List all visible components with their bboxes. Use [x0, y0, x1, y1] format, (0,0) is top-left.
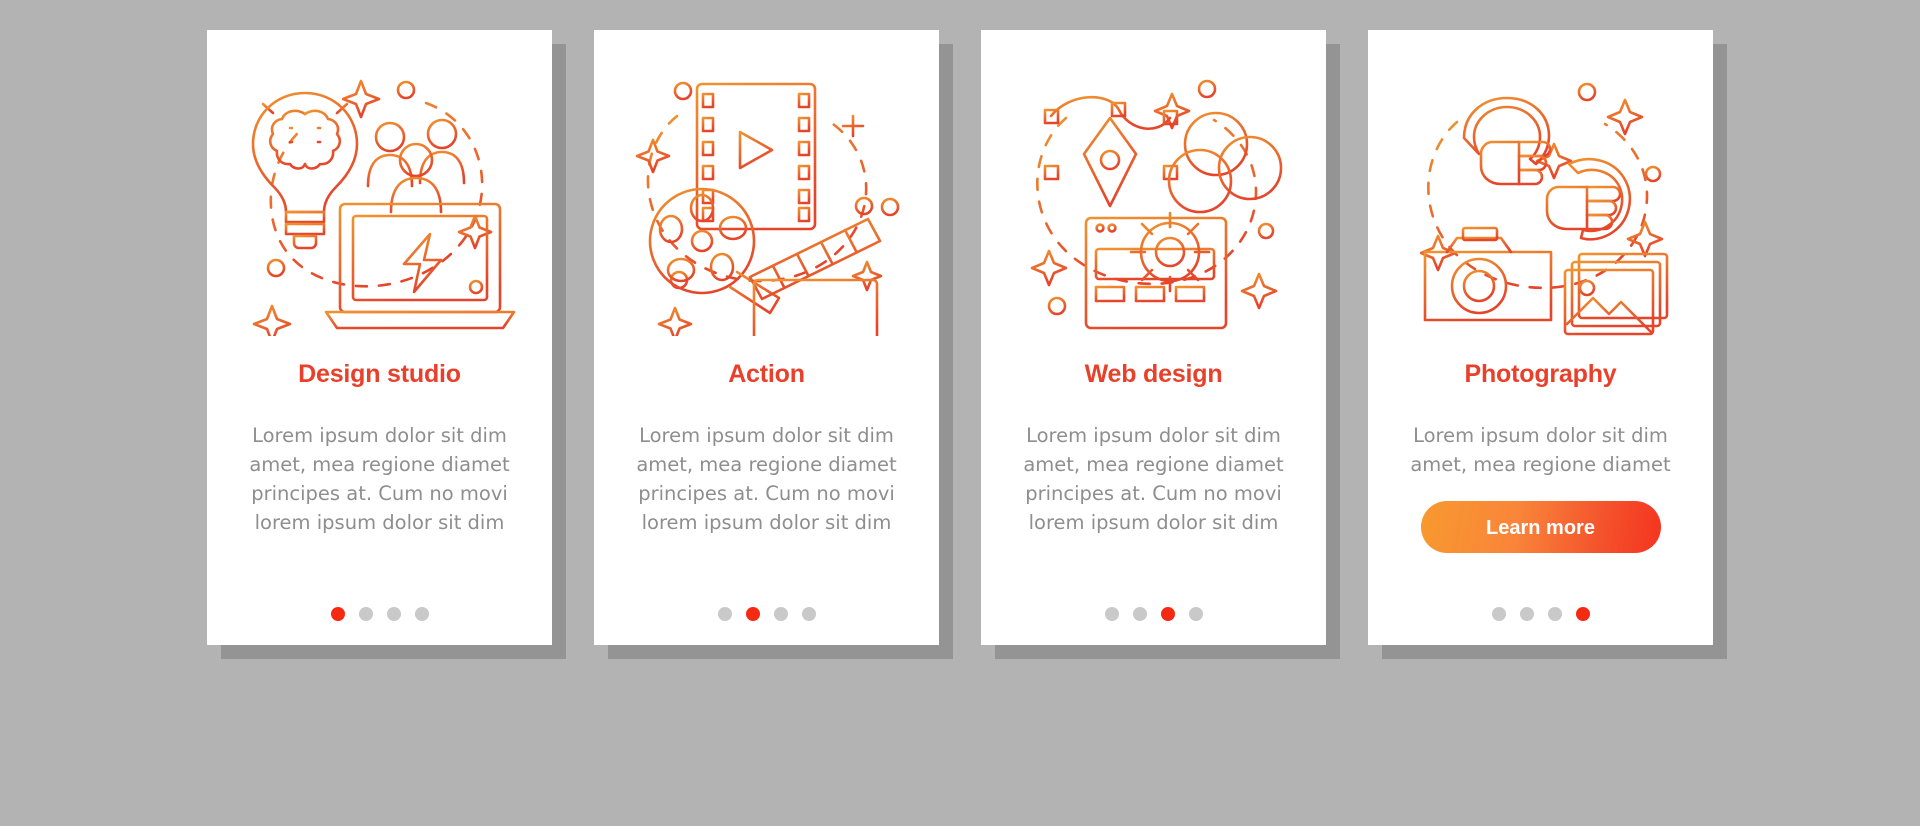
pagination-dot-1[interactable]	[717, 607, 732, 621]
pagination-dot-2[interactable]	[1132, 607, 1147, 621]
onboarding-card-photography: Photography Lorem ipsum dolor sit dim am…	[1368, 30, 1713, 645]
pagination-dot-3[interactable]	[386, 607, 401, 621]
camera-photos-pointing-hands-icon	[1419, 82, 1668, 336]
card-body-text: Lorem ipsum dolor sit dim amet, mea regi…	[1410, 424, 1671, 476]
pagination-dot-2[interactable]	[358, 607, 373, 621]
pagination-dot-3[interactable]	[1547, 607, 1562, 621]
pagination-dot-3[interactable]	[1160, 607, 1175, 621]
pagination-dot-1[interactable]	[1104, 607, 1119, 621]
pen-tool-color-circles-gear-browser-icon	[1030, 79, 1282, 330]
pagination-dot-4[interactable]	[414, 607, 429, 621]
pagination-dot-4[interactable]	[1188, 607, 1203, 621]
card-body-text: Lorem ipsum dolor sit dim amet, mea regi…	[1023, 424, 1284, 534]
card-body-text: Lorem ipsum dolor sit dim amet, mea regi…	[636, 424, 897, 534]
card-title: Photography	[1464, 360, 1617, 388]
onboarding-screens-container: Design studio Lorem ipsum dolor sit dim …	[0, 0, 1920, 826]
pagination-dot-3[interactable]	[773, 607, 788, 621]
lightbulb-brain-people-laptop-icon	[245, 79, 515, 336]
onboarding-card-web-design: Web design Lorem ipsum dolor sit dim ame…	[981, 30, 1326, 645]
pagination-dot-4[interactable]	[1575, 607, 1590, 621]
pagination-dots[interactable]	[717, 607, 816, 621]
learn-more-button[interactable]: Learn more	[1420, 501, 1661, 553]
pagination-dots[interactable]	[330, 607, 429, 621]
card-title: Action	[728, 360, 805, 388]
pagination-dot-4[interactable]	[801, 607, 816, 621]
card-title: Design studio	[298, 360, 461, 388]
film-strip-reel-clapperboard-icon	[635, 81, 899, 336]
onboarding-card-design-studio: Design studio Lorem ipsum dolor sit dim …	[207, 30, 552, 645]
pagination-dot-1[interactable]	[1491, 607, 1506, 621]
pagination-dot-1[interactable]	[330, 607, 345, 621]
onboarding-card-action: Action Lorem ipsum dolor sit dim amet, m…	[594, 30, 939, 645]
pagination-dots[interactable]	[1104, 607, 1203, 621]
card-title: Web design	[1084, 360, 1223, 388]
card-body-text: Lorem ipsum dolor sit dim amet, mea regi…	[249, 424, 510, 534]
pagination-dot-2[interactable]	[1519, 607, 1534, 621]
pagination-dots[interactable]	[1491, 607, 1590, 621]
pagination-dot-2[interactable]	[745, 607, 760, 621]
